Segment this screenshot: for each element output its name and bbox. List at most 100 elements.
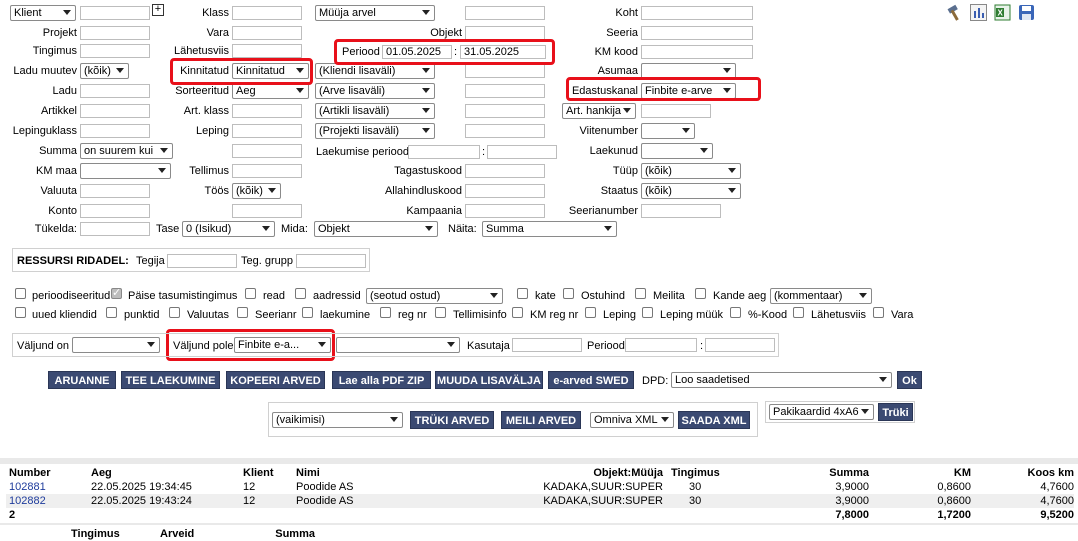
arve-lisavali-input[interactable] <box>465 84 545 98</box>
row-number-link[interactable]: 102881 <box>9 480 46 494</box>
lahetusviis-input[interactable] <box>232 44 302 58</box>
dpd-ok-button[interactable]: Ok <box>897 371 922 389</box>
projekti-lisavali-input[interactable] <box>465 124 545 138</box>
row-number-link[interactable]: 102882 <box>9 494 46 508</box>
tase-select[interactable]: 0 (Isikud) <box>182 221 275 237</box>
km-maa-select[interactable] <box>80 163 171 179</box>
xml-format-select[interactable]: Omniva XML <box>590 412 674 428</box>
print-template-select[interactable]: (vaikimisi) <box>272 412 403 428</box>
ostuhind-checkbox[interactable] <box>563 288 574 299</box>
header-nimi[interactable]: Nimi <box>296 466 320 480</box>
vara-input[interactable] <box>232 26 302 40</box>
tellimisinfo-checkbox[interactable] <box>435 307 446 318</box>
header-klient[interactable]: Klient <box>243 466 274 480</box>
summary-arveid-header[interactable]: Arveid <box>160 527 194 541</box>
projekti-lisavali-select[interactable]: (Projekti lisaväli) <box>315 123 435 139</box>
artikli-lisavali-input[interactable] <box>465 104 545 118</box>
tingimus-input[interactable] <box>80 44 150 58</box>
output-periood-to[interactable] <box>705 338 775 352</box>
pakikaardid-select[interactable]: Pakikaardid 4xA6 <box>769 404 874 420</box>
allahindluskood-input[interactable] <box>465 184 545 198</box>
artikkel-input[interactable] <box>80 104 150 118</box>
art-hankija-select[interactable]: Art. hankija <box>562 103 636 119</box>
konto-input[interactable] <box>80 204 150 218</box>
km-kood-input[interactable] <box>641 45 753 59</box>
seerianr-checkbox[interactable] <box>237 307 248 318</box>
hammer-icon[interactable] <box>946 4 964 22</box>
kande-aeg-checkbox[interactable] <box>695 288 706 299</box>
laekumine-checkbox[interactable] <box>302 307 313 318</box>
kommentaar-select[interactable]: (kommentaar) <box>770 288 872 304</box>
e-arved-swed-button[interactable]: e-arved SWED <box>548 371 634 389</box>
tellimus-input[interactable] <box>232 164 302 178</box>
summary-summa-header[interactable]: Summa <box>230 527 315 541</box>
projekt-input[interactable] <box>80 26 150 40</box>
lepinguklass-input[interactable] <box>80 124 150 138</box>
objekt-input[interactable] <box>465 26 545 40</box>
chart-icon[interactable] <box>970 4 987 21</box>
paise-tasumistingimus-checkbox[interactable] <box>111 286 122 299</box>
naita-select[interactable]: Summa <box>482 221 617 237</box>
seerianumber-input[interactable] <box>641 204 721 218</box>
kopeeri-arved-button[interactable]: KOPEERI ARVED <box>226 371 325 389</box>
artikli-lisavali-select[interactable]: (Artikli lisaväli) <box>315 103 435 119</box>
meili-arved-button[interactable]: MEILI ARVED <box>501 411 581 429</box>
muuja-arvel-select[interactable]: Müüja arvel <box>315 5 435 21</box>
art-hankija-input[interactable] <box>641 104 711 118</box>
valjund-pole-select[interactable]: Finbite e-a... <box>234 337 331 353</box>
leping-checkbox[interactable] <box>585 307 596 318</box>
valuutas-checkbox[interactable] <box>169 307 180 318</box>
toos-select[interactable]: (kõik) <box>232 183 281 199</box>
uued-kliendid-checkbox[interactable] <box>15 307 26 318</box>
seeria-input[interactable] <box>641 26 753 40</box>
save-icon[interactable] <box>1018 4 1035 21</box>
output-periood-from[interactable] <box>625 338 697 352</box>
valuuta-input[interactable] <box>80 184 150 198</box>
punktid-checkbox[interactable] <box>106 307 117 318</box>
lae-alla-pdf-zip-button[interactable]: Lae alla PDF ZIP <box>332 371 431 389</box>
leping-input[interactable] <box>232 124 302 138</box>
teg-grupp-input[interactable] <box>296 254 366 268</box>
summa-select[interactable]: on suurem kui <box>80 143 173 159</box>
saada-xml-button[interactable]: SAADA XML <box>678 411 750 429</box>
sorteeritud-select[interactable]: Aeg <box>232 83 309 99</box>
blank-input[interactable] <box>232 144 302 158</box>
viitenumber-select[interactable] <box>641 123 695 139</box>
summary-tingimus-header[interactable]: Tingimus <box>71 527 120 541</box>
header-number[interactable]: Number <box>9 466 51 480</box>
reg-nr-checkbox[interactable] <box>380 307 391 318</box>
staatus-select[interactable]: (kõik) <box>641 183 741 199</box>
header-objekt[interactable]: Objekt:Müüja <box>506 466 663 480</box>
truki-button[interactable]: Trüki <box>878 403 913 421</box>
protsent-kood-checkbox[interactable] <box>730 307 741 318</box>
laekumise-periood-to[interactable] <box>487 145 557 159</box>
kate-checkbox[interactable] <box>517 288 528 299</box>
header-tingimus[interactable]: Tingimus <box>671 466 720 480</box>
klass-input[interactable] <box>232 6 302 20</box>
muuda-lisavalja-button[interactable]: MUUDA LISAVÄLJA <box>435 371 543 389</box>
ladu-input[interactable] <box>80 84 150 98</box>
header-koos-km[interactable]: Koos km <box>986 466 1074 480</box>
meilita-checkbox[interactable] <box>635 288 646 299</box>
valjund-extra-select[interactable] <box>336 337 460 353</box>
kliendi-lisavali-input[interactable] <box>465 64 545 78</box>
header-km[interactable]: KM <box>886 466 971 480</box>
read-checkbox[interactable] <box>245 288 256 299</box>
dpd-select[interactable]: Loo saadetised <box>671 372 892 388</box>
blank-input-2[interactable] <box>232 204 302 218</box>
kampaania-input[interactable] <box>465 204 545 218</box>
kasutaja-input[interactable] <box>512 338 582 352</box>
klient-type-select[interactable]: Klient <box>10 5 76 21</box>
tuup-select[interactable]: (kõik) <box>641 163 741 179</box>
tee-laekumine-button[interactable]: TEE LAEKUMINE <box>121 371 220 389</box>
header-aeg[interactable]: Aeg <box>91 466 112 480</box>
arve-lisavali-select[interactable]: (Arve lisaväli) <box>315 83 435 99</box>
koht-input[interactable] <box>641 6 753 20</box>
tagastuskood-input[interactable] <box>465 164 545 178</box>
perioodiseeritud-checkbox[interactable] <box>15 288 26 299</box>
kliendi-lisavali-select[interactable]: (Kliendi lisaväli) <box>315 63 435 79</box>
excel-icon[interactable]: X <box>994 4 1011 21</box>
truki-arved-button[interactable]: TRÜKI ARVED <box>410 411 494 429</box>
aadressid-checkbox[interactable] <box>295 288 306 299</box>
leping-muuk-checkbox[interactable] <box>642 307 653 318</box>
